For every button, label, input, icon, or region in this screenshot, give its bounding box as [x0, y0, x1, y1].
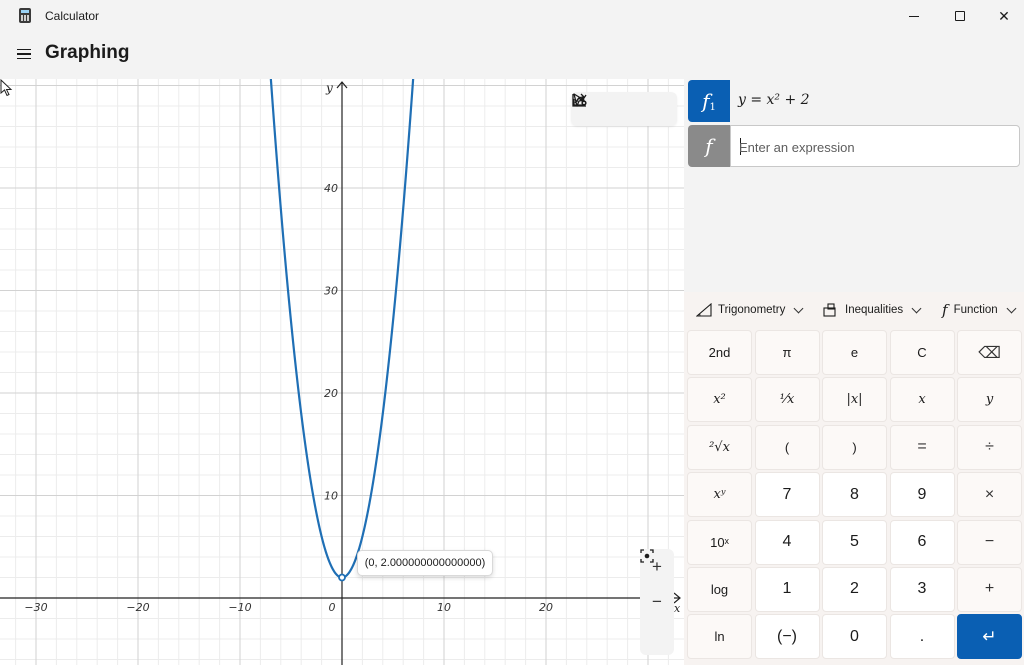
trigonometry-label: Trigonometry [718, 304, 786, 316]
divide-key[interactable]: ÷ [957, 424, 1022, 470]
x-tick-label: −30 [24, 601, 47, 614]
y-tick-label: 40 [324, 182, 338, 195]
function-dropdown[interactable]: f Function [934, 295, 1023, 325]
inequalities-icon [823, 303, 836, 317]
negate-key[interactable]: (−) [754, 614, 820, 660]
digit-6-key[interactable]: 6 [889, 519, 955, 565]
digit-7-key[interactable]: 7 [754, 472, 820, 518]
add-key[interactable]: + [957, 566, 1022, 612]
zoom-out-button[interactable]: − [642, 587, 672, 617]
close-button[interactable]: ✕ [982, 0, 1024, 32]
square-root-key[interactable]: ²√x [687, 424, 752, 470]
mouse-cursor-icon [0, 79, 13, 97]
x-tick-label: 10 [437, 601, 451, 614]
graph-toolbar [571, 92, 677, 126]
ln-key[interactable]: ln [687, 614, 752, 660]
inequalities-dropdown[interactable]: Inequalities [815, 295, 928, 325]
expression-input[interactable] [739, 138, 1009, 156]
enter-key[interactable]: ↵ [957, 614, 1022, 660]
absolute-value-key[interactable]: |x| [822, 377, 887, 423]
subtract-key[interactable]: − [957, 519, 1022, 565]
power-key[interactable]: xʸ [687, 472, 752, 518]
open-paren-key[interactable]: ( [754, 424, 820, 470]
graph-options-button[interactable] [572, 94, 668, 122]
maximize-button[interactable] [938, 0, 982, 32]
log-key[interactable]: log [687, 566, 752, 612]
page-title: Graphing [45, 42, 130, 63]
y-tick-label: 10 [324, 490, 338, 503]
digit-4-key[interactable]: 4 [754, 519, 820, 565]
inequalities-label: Inequalities [845, 304, 904, 316]
expression-panel: f1 y = x² + 2 f Trigonometry Inequalitie… [684, 79, 1024, 665]
trigonometry-dropdown[interactable]: Trigonometry [688, 295, 810, 325]
share-button[interactable] [573, 93, 637, 122]
trace-point [338, 573, 346, 582]
graph-canvas[interactable]: y x −30 −20 −10 0 10 20 10 20 30 40 (0, 2.000000000… [0, 79, 684, 665]
expression-row-new[interactable]: f [688, 125, 1020, 167]
chevron-down-icon [793, 303, 804, 313]
trace-tooltip: (0, 2.000000000000000) [357, 550, 493, 576]
y-tick-label: 20 [324, 387, 338, 400]
ten-power-key[interactable]: 10ˣ [687, 519, 752, 565]
close-paren-key[interactable]: ) [822, 424, 887, 470]
digit-2-key[interactable]: 2 [822, 566, 887, 612]
keypad-area: Trigonometry Inequalities f Function 2nd… [684, 292, 1024, 665]
multiply-key[interactable]: × [957, 472, 1022, 518]
hamburger-icon[interactable] [12, 42, 36, 66]
title-bar: Calculator ✕ [0, 0, 1024, 32]
x-variable-key[interactable]: x [889, 377, 955, 423]
app-title: Calculator [45, 9, 100, 23]
backspace-key[interactable]: ⌫ [957, 330, 1022, 375]
y-axis-label: y [325, 81, 333, 95]
y-variable-key[interactable]: y [957, 377, 1022, 423]
second-function-key[interactable]: 2nd [687, 330, 752, 375]
zoom-panel: + − [640, 549, 674, 655]
keypad: 2nd π e C ⌫ x² ¹⁄x |x| x y ²√x() = ÷ xʸ 7 8 9 × 10ˣ 4 5 6− log… [687, 330, 1022, 660]
function-icon: f [942, 301, 948, 319]
minimize-button[interactable] [892, 0, 936, 32]
y-tick-label: 30 [324, 285, 338, 298]
digit-9-key[interactable]: 9 [889, 472, 955, 518]
function-badge-empty[interactable]: f [688, 125, 730, 167]
header: Graphing [0, 32, 1024, 78]
graph-options-icon [572, 94, 587, 107]
digit-8-key[interactable]: 8 [822, 472, 887, 518]
x-axis-label: x [674, 602, 681, 615]
function-label: Function [953, 304, 998, 316]
chevron-down-icon [911, 303, 922, 313]
x-tick-label: −10 [228, 601, 251, 614]
digit-1-key[interactable]: 1 [754, 566, 820, 612]
expression-row-f1[interactable]: f1 y = x² + 2 [688, 80, 1020, 122]
minimize-icon [909, 15, 919, 17]
function-color-badge[interactable]: f1 [688, 80, 730, 122]
triangle-icon [696, 303, 712, 317]
maximize-icon [955, 11, 965, 21]
pi-key[interactable]: π [754, 330, 820, 375]
calculator-app-icon [19, 8, 31, 23]
fit-view-button[interactable] [640, 549, 672, 652]
digit-3-key[interactable]: 3 [889, 566, 955, 612]
function-dropdowns: Trigonometry Inequalities f Function [684, 292, 1024, 328]
x-tick-label: −20 [126, 601, 149, 614]
x-tick-label: 20 [539, 601, 553, 614]
chevron-down-icon [1006, 303, 1017, 313]
decimal-key[interactable]: . [889, 614, 955, 660]
x-tick-label: 0 [329, 601, 336, 614]
clear-key[interactable]: C [889, 330, 955, 375]
digit-5-key[interactable]: 5 [822, 519, 887, 565]
equals-key[interactable]: = [889, 424, 955, 470]
fit-view-icon [640, 549, 654, 563]
euler-key[interactable]: e [822, 330, 887, 375]
expression-input-box[interactable] [730, 125, 1020, 167]
close-icon: ✕ [998, 7, 1010, 24]
reciprocal-key[interactable]: ¹⁄x [754, 377, 820, 423]
expression-text[interactable]: y = x² + 2 [738, 92, 810, 108]
digit-0-key[interactable]: 0 [822, 614, 887, 660]
square-key[interactable]: x² [687, 377, 752, 423]
graph-plot[interactable]: y x −30 −20 −10 0 10 20 10 20 30 40 [0, 79, 684, 665]
